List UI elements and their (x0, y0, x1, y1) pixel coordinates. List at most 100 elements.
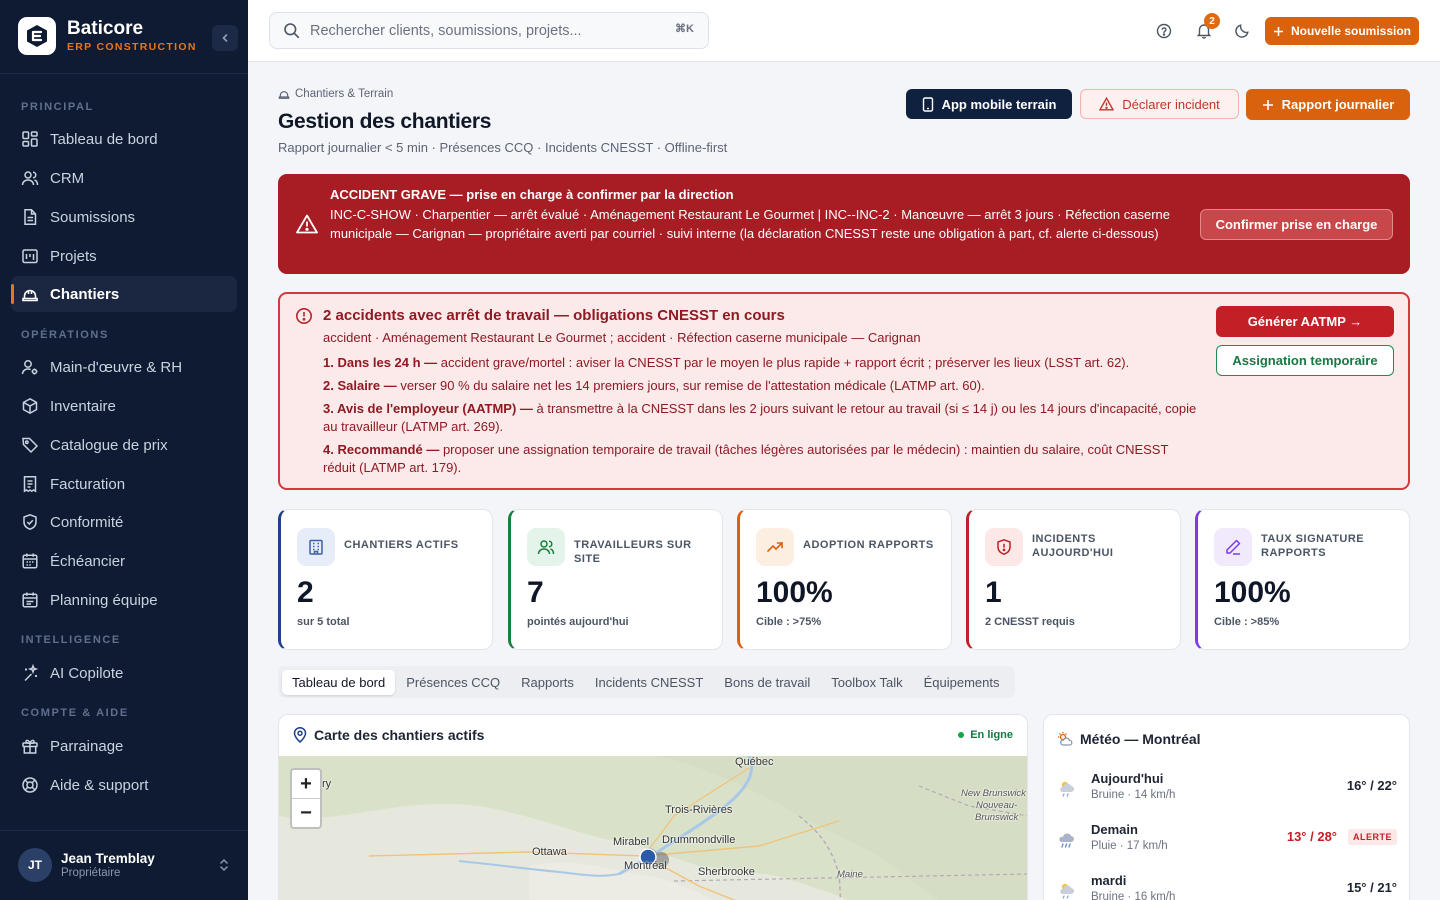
collapse-sidebar-button[interactable] (212, 25, 238, 51)
declare-incident-label: Déclarer incident (1122, 96, 1220, 112)
mobile-app-button[interactable]: App mobile terrain (906, 89, 1072, 119)
tab-equipements[interactable]: Équipements (914, 670, 1010, 695)
trending-up-icon (756, 528, 794, 566)
kpi-value: 1 (985, 576, 1002, 609)
kpi-card-signature-rate[interactable]: TAUX SIGNATURE RAPPORTS 100% Cible : >85… (1195, 509, 1410, 650)
kpi-card-report-adoption[interactable]: ADOPTION RAPPORTS 100% Cible : >75% (737, 509, 952, 650)
kpi-card-incidents-today[interactable]: INCIDENTS AUJOURD'HUI 1 2 CNESST requis (966, 509, 1181, 650)
map-canvas[interactable]: + − Québec Trois-Rivières Drummondville … (279, 756, 1027, 900)
global-search[interactable]: ⌘K (269, 12, 709, 49)
kpi-value: 100% (756, 576, 833, 609)
sidebar-item-inventaire[interactable]: Inventaire (11, 388, 237, 424)
tab-incidents-cnesst[interactable]: Incidents CNESST (585, 670, 713, 695)
active-sites-map-card: Carte des chantiers actifs En ligne + − … (278, 714, 1028, 900)
sidebar-item-crm[interactable]: CRM (11, 160, 237, 196)
kpi-card-workers-on-site[interactable]: TRAVAILLEURS SUR SITE 7 pointés aujourd'… (508, 509, 723, 650)
sidebar-item-label: AI Copilote (50, 664, 124, 682)
tab-bons-de-travail[interactable]: Bons de travail (714, 670, 820, 695)
temporary-assignment-button[interactable]: Assignation temporaire (1216, 345, 1394, 376)
user-name: Jean Tremblay (61, 851, 155, 866)
sidebar-item-label: Main-d'œuvre & RH (50, 358, 183, 376)
map-card-header: Carte des chantiers actifs (293, 727, 484, 743)
alert-title: ACCIDENT GRAVE — prise en charge à confi… (330, 187, 734, 202)
tab-rapports[interactable]: Rapports (511, 670, 584, 695)
smartphone-icon (922, 96, 933, 112)
brand-name: Baticore (67, 18, 144, 39)
breadcrumb-label[interactable]: Chantiers & Terrain (295, 88, 393, 100)
map-pin-icon (293, 727, 307, 743)
alert-triangle-icon (1099, 97, 1115, 111)
generate-aatmp-button[interactable]: Générer AATMP → (1216, 306, 1394, 337)
new-submission-button[interactable]: Nouvelle soumission (1265, 17, 1419, 45)
sidebar-item-soumissions[interactable]: Soumissions (11, 199, 237, 235)
package-icon (22, 397, 38, 415)
sidebar-item-planning-equipe[interactable]: Planning équipe (11, 582, 237, 618)
map-label-montreal: Montréal (624, 860, 667, 872)
projects-icon (22, 249, 38, 264)
moon-icon[interactable] (1235, 23, 1250, 38)
cloud-drizzle-icon (1060, 883, 1074, 899)
obligation-item: 4. Recommandé — proposer une assignation… (323, 442, 1169, 475)
weather-row-tomorrow: Demain Pluie · 17 km/h 13° / 28° ALERTE (1057, 820, 1397, 864)
hard-hat-icon (22, 289, 38, 302)
weather-alert-badge: ALERTE (1348, 829, 1397, 845)
sidebar-item-main-oeuvre-rh[interactable]: Main-d'œuvre & RH (11, 349, 237, 385)
page-subtitle: Rapport journalier < 5 min · Présences C… (278, 140, 728, 155)
sidebar-item-echeancier[interactable]: Échéancier (11, 543, 237, 579)
sidebar-item-aide-support[interactable]: Aide & support (11, 767, 237, 803)
sidebar-item-facturation[interactable]: Facturation (11, 466, 237, 502)
alert-triangle-icon (296, 214, 318, 234)
sidebar-item-catalogue-de-prix[interactable]: Catalogue de prix (11, 427, 237, 463)
map-title: Carte des chantiers actifs (314, 727, 485, 743)
sidebar-item-conformite[interactable]: Conformité (11, 504, 237, 540)
weather-row-today: Aujourd'hui Bruine · 14 km/h 16° / 22° (1057, 769, 1397, 813)
sidebar-item-label: Parrainage (50, 737, 124, 755)
kpi-value: 7 (527, 576, 544, 609)
cnesst-obligations-alert: 2 accidents avec arrêt de travail — obli… (278, 292, 1410, 490)
sidebar-item-label: Facturation (50, 475, 126, 493)
cloud-sun-icon (1058, 732, 1073, 746)
avatar: JT (18, 848, 52, 882)
serious-accident-alert: ACCIDENT GRAVE — prise en charge à confi… (278, 174, 1410, 274)
sidebar-item-label: Échéancier (50, 552, 126, 570)
help-icon[interactable] (1156, 23, 1172, 39)
users-icon (21, 171, 39, 186)
map-label-partial: ry (322, 778, 332, 790)
sidebar-item-projets[interactable]: Projets (11, 238, 237, 274)
tag-icon (22, 437, 39, 454)
user-menu[interactable]: JT Jean Tremblay Propriétaire (0, 830, 248, 900)
map-label-trois-rivieres: Trois-Rivières (665, 804, 733, 816)
section-operations: OPÉRATIONS (21, 329, 109, 341)
search-input[interactable] (310, 22, 650, 39)
tab-tableau-de-bord[interactable]: Tableau de bord (282, 669, 396, 695)
zoom-out-button[interactable]: − (292, 799, 320, 828)
notification-badge: 2 (1204, 13, 1220, 29)
kpi-subtext: pointés aujourd'hui (527, 616, 629, 628)
tab-presences-ccq[interactable]: Présences CCQ (396, 670, 510, 695)
cnesst-obligations-list: 1. Dans les 24 h — accident grave/mortel… (323, 354, 1203, 482)
declare-incident-button[interactable]: Déclarer incident (1080, 89, 1239, 119)
daily-report-button[interactable]: Rapport journalier (1246, 89, 1410, 120)
confirm-handling-button[interactable]: Confirmer prise en charge (1200, 209, 1393, 240)
sidebar-item-ai-copilote[interactable]: AI Copilote (11, 655, 237, 691)
obligation-item: 1. Dans les 24 h — accident grave/mortel… (323, 355, 1130, 370)
map-label-mirabel: Mirabel (613, 836, 650, 848)
tab-toolbox-talk[interactable]: Toolbox Talk (821, 670, 912, 695)
daily-report-label: Rapport journalier (1281, 97, 1395, 112)
sidebar-item-chantiers[interactable]: Chantiers (11, 276, 237, 312)
kpi-card-active-sites[interactable]: CHANTIERS ACTIFS 2 sur 5 total (278, 509, 493, 650)
zoom-in-button[interactable]: + (292, 770, 320, 799)
user-role: Propriétaire (61, 867, 121, 879)
cloud-drizzle-icon (1060, 781, 1074, 797)
weather-desc: Bruine · 16 km/h (1091, 891, 1176, 900)
baticore-logo[interactable] (18, 17, 56, 55)
section-principal: PRINCIPAL (21, 101, 94, 113)
sidebar-item-parrainage[interactable]: Parrainage (11, 728, 237, 764)
shield-check-icon (23, 514, 37, 530)
kpi-label: CHANTIERS ACTIFS (344, 539, 459, 551)
pen-icon (1214, 528, 1252, 566)
kpi-label: TRAVAILLEURS SUR SITE (574, 539, 692, 565)
obligation-item: 3. Avis de l'employeur (AATMP) — à trans… (323, 401, 1197, 434)
sidebar-item-tableau-de-bord[interactable]: Tableau de bord (11, 121, 237, 157)
section-compte-aide: COMPTE & AIDE (21, 707, 129, 719)
